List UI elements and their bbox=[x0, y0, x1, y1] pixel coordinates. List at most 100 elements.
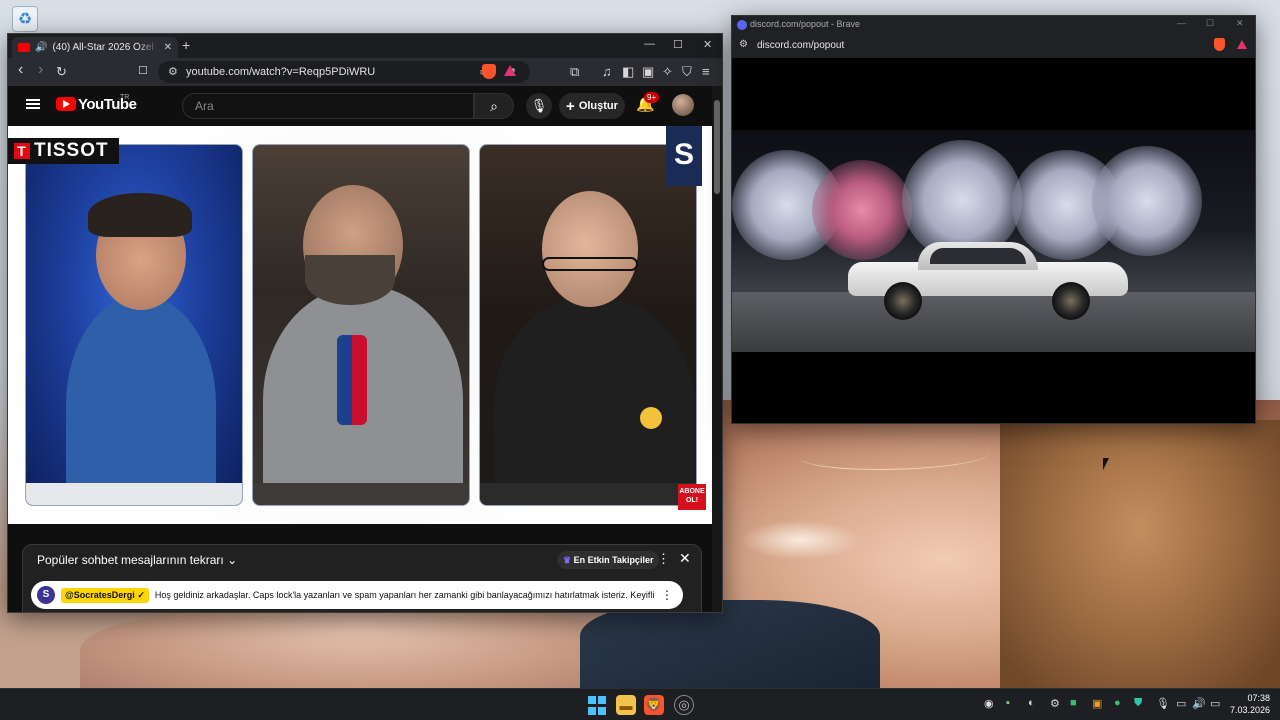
verified-icon: ✓ bbox=[137, 589, 145, 600]
tray-app-icon[interactable]: ◐ bbox=[1028, 697, 1035, 709]
reload-button[interactable]: ↻ bbox=[56, 64, 67, 79]
person-beard bbox=[305, 255, 395, 305]
microphone-icon[interactable]: 🎙 bbox=[1156, 697, 1170, 710]
system-clock[interactable]: 07:38 7.03.2026 bbox=[1230, 692, 1270, 716]
sidebar-icon[interactable]: ◧ bbox=[622, 64, 634, 79]
tray-settings-icon[interactable]: ⚙ bbox=[1050, 697, 1060, 710]
tray-app-icon[interactable]: ■ bbox=[1070, 697, 1077, 709]
glasses-icon bbox=[542, 257, 638, 271]
new-tab-button[interactable]: + bbox=[182, 37, 190, 53]
address-bar[interactable]: ⚙ youtube.com/watch?v=Reqp5PDiWRU ▭ ↗ bbox=[158, 61, 530, 83]
video-player[interactable]: T TISSOT S ABONE OL! bbox=[8, 126, 714, 524]
tray-app-icon[interactable]: ◉ bbox=[984, 697, 994, 710]
music-icon[interactable]: ♫ bbox=[602, 64, 612, 79]
site-settings-icon[interactable]: ⚙ bbox=[739, 39, 748, 50]
wallpaper-hair bbox=[1000, 420, 1280, 688]
crown-icon: ♛ bbox=[563, 555, 572, 565]
site-settings-icon[interactable]: ⚙ bbox=[168, 65, 178, 78]
file-explorer-icon[interactable]: ▬ bbox=[616, 695, 636, 715]
scrollbar-thumb[interactable] bbox=[714, 100, 720, 194]
desk bbox=[480, 483, 696, 505]
wallpaper-highlight bbox=[740, 520, 860, 560]
network-icon[interactable]: ▭ bbox=[1176, 697, 1186, 710]
discord-favicon-icon bbox=[737, 20, 747, 30]
stream-video[interactable] bbox=[732, 130, 1255, 352]
message-options-icon[interactable]: ⋮ bbox=[661, 588, 673, 602]
page-scrollbar[interactable] bbox=[712, 86, 722, 612]
brave-rewards-icon[interactable] bbox=[1237, 40, 1247, 49]
browser-toolbar: ‹ › ↻ ☐ ⚙ youtube.com/watch?v=Reqp5PDiWR… bbox=[8, 58, 722, 86]
forward-button[interactable]: › bbox=[38, 62, 43, 78]
clock-time: 07:38 bbox=[1247, 693, 1270, 703]
car-wheel bbox=[1052, 282, 1090, 320]
close-window-button[interactable]: ✕ bbox=[1236, 18, 1244, 29]
back-button[interactable]: ‹ bbox=[18, 62, 23, 78]
minimize-button[interactable]: — bbox=[1177, 18, 1186, 28]
close-window-button[interactable]: ✕ bbox=[703, 38, 712, 51]
search-button[interactable]: ⌕ bbox=[474, 93, 514, 119]
extensions-icon[interactable]: ⧉ bbox=[570, 64, 579, 79]
leo-ai-icon[interactable]: ✧ bbox=[662, 64, 673, 79]
maximize-button[interactable]: ☐ bbox=[1206, 18, 1214, 29]
create-label: Oluştur bbox=[578, 100, 618, 112]
lakers-logo-icon bbox=[640, 407, 662, 429]
audio-playing-icon[interactable]: 🔊 bbox=[35, 42, 47, 53]
tray-shield-icon[interactable]: ⛊ bbox=[1134, 697, 1142, 710]
brave-shields-icon[interactable] bbox=[482, 64, 496, 79]
tray-app-icon[interactable]: ● bbox=[1114, 697, 1121, 709]
subscribe-overlay[interactable]: ABONE OL! bbox=[678, 484, 706, 510]
chat-title-dropdown[interactable]: Popüler sohbet mesajlarının tekrarı ⌄ bbox=[37, 553, 237, 567]
video-panel-center bbox=[252, 144, 470, 506]
start-button[interactable] bbox=[586, 695, 606, 715]
video-panel-left bbox=[25, 144, 243, 506]
person-black-jacket bbox=[494, 295, 694, 505]
url-text: discord.com/popout bbox=[757, 40, 845, 51]
bookmark-icon[interactable]: ☐ bbox=[138, 64, 148, 79]
windows-logo-icon bbox=[587, 695, 606, 716]
white-car bbox=[848, 240, 1128, 320]
nba-logo-icon bbox=[337, 335, 367, 425]
browser-tab-youtube[interactable]: 🔊 (40) All-Star 2026 Özel: Alper... ✕ bbox=[12, 37, 178, 58]
window-title: discord.com/popout - Brave bbox=[750, 19, 861, 29]
window-titlebar: discord.com/popout - Brave — ☐ ✕ bbox=[732, 16, 1255, 34]
voice-search-button[interactable]: 🎙 bbox=[526, 93, 552, 119]
menu-icon[interactable]: ≡ bbox=[702, 64, 710, 79]
wallpaper-clothing bbox=[580, 600, 880, 688]
brave-browser-icon[interactable]: 🦁 bbox=[644, 695, 664, 715]
author-name: @SocratesDergi ✓ bbox=[61, 587, 149, 603]
wallet-icon[interactable]: ▣ bbox=[642, 64, 654, 79]
pinned-message[interactable]: S @SocratesDergi ✓ Hoş geldiniz arkadaşl… bbox=[31, 581, 683, 609]
live-chat-replay: Popüler sohbet mesajlarının tekrarı ⌄ ♛ … bbox=[22, 544, 702, 612]
youtube-header: YouTube TR Ara ⌕ 🎙 + Oluştur 🔔 9+ bbox=[8, 86, 714, 124]
top-fans-chip[interactable]: ♛ En Etkin Takipçiler bbox=[557, 551, 660, 569]
account-avatar[interactable] bbox=[672, 94, 694, 116]
chip-label: En Etkin Takipçiler bbox=[573, 555, 654, 565]
app-icon[interactable]: ◎ bbox=[674, 695, 694, 715]
chevron-down-icon: ⌄ bbox=[227, 553, 238, 567]
youtube-browser-window: 🔊 (40) All-Star 2026 Özel: Alper... ✕ + … bbox=[7, 33, 723, 613]
desk bbox=[253, 483, 469, 505]
youtube-logo-icon[interactable] bbox=[56, 97, 76, 111]
author-avatar: S bbox=[37, 586, 55, 604]
tab-bar: 🔊 (40) All-Star 2026 Özel: Alper... ✕ + … bbox=[8, 34, 722, 58]
battery-icon[interactable]: ▭ bbox=[1210, 697, 1220, 710]
recycle-bin-icon[interactable]: ♻ bbox=[12, 6, 38, 32]
more-options-icon[interactable]: ⋮ bbox=[657, 551, 670, 567]
maximize-button[interactable]: ☐ bbox=[673, 38, 683, 51]
tray-app-icon[interactable]: ▣ bbox=[1092, 697, 1102, 710]
guide-menu-icon[interactable] bbox=[26, 99, 40, 109]
vpn-icon[interactable]: ⛉ bbox=[682, 64, 692, 79]
url-text: youtube.com/watch?v=Reqp5PDiWRU bbox=[186, 66, 376, 78]
close-chat-icon[interactable]: ✕ bbox=[679, 550, 691, 567]
volume-icon[interactable]: 🔊 bbox=[1192, 697, 1206, 710]
country-code: TR bbox=[120, 94, 130, 101]
tray-nvidia-icon[interactable]: ▪ bbox=[1006, 697, 1010, 709]
search-input[interactable]: Ara bbox=[182, 93, 474, 119]
close-tab-icon[interactable]: ✕ bbox=[164, 42, 172, 53]
create-button[interactable]: + Oluştur bbox=[559, 93, 625, 119]
minimize-button[interactable]: — bbox=[644, 38, 655, 50]
brave-rewards-icon[interactable] bbox=[504, 65, 516, 76]
person-blue-sweater bbox=[66, 295, 216, 505]
plus-icon: + bbox=[566, 97, 575, 115]
brave-shields-icon[interactable] bbox=[1214, 38, 1225, 51]
